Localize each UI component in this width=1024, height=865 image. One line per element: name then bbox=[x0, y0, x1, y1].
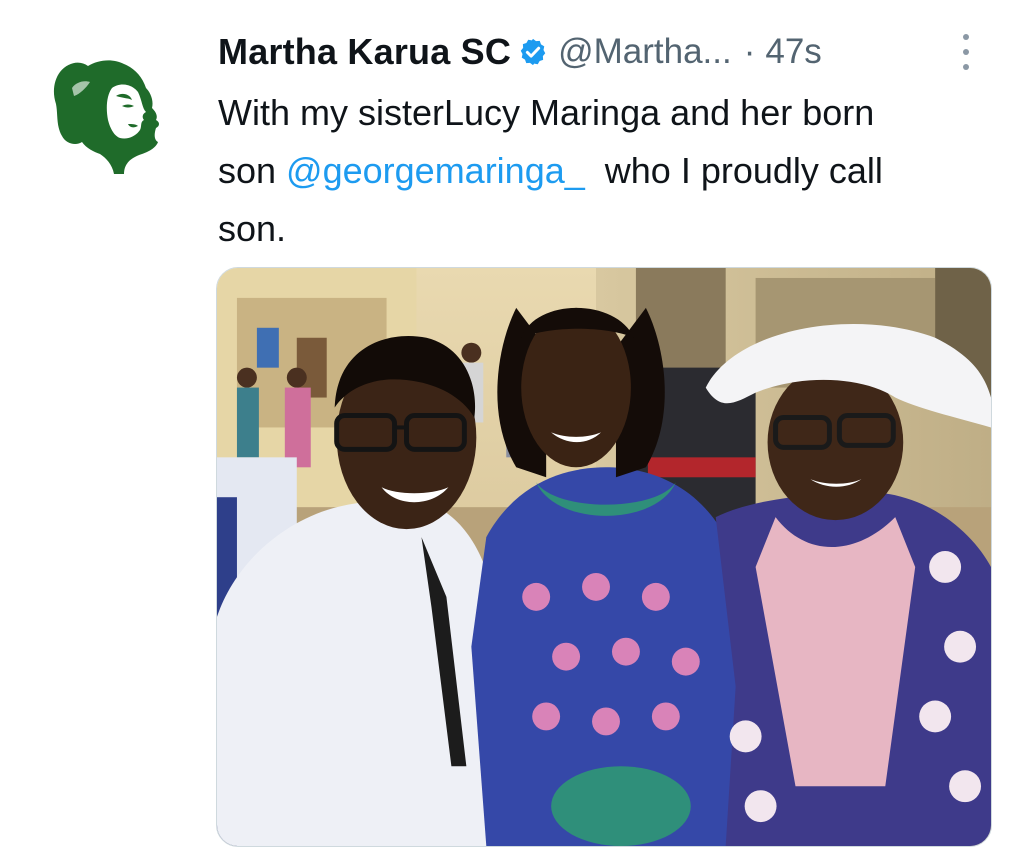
more-dot bbox=[963, 64, 969, 70]
tweet-text-line-3: son. bbox=[218, 208, 287, 249]
more-dot bbox=[963, 34, 969, 40]
timestamp[interactable]: 47s bbox=[765, 32, 821, 72]
avatar[interactable] bbox=[50, 48, 166, 178]
more-dot bbox=[963, 49, 969, 55]
tweet-header: Martha Karua SC @Martha... · 47s bbox=[218, 28, 822, 76]
photo-illustration bbox=[217, 268, 991, 846]
verified-badge-icon bbox=[520, 38, 546, 66]
tweet-text-prefix: son bbox=[218, 150, 287, 191]
tweet-text-suffix: who I proudly call bbox=[584, 150, 883, 191]
tweet-text-line-2: son @georgemaringa_ who I proudly call bbox=[218, 142, 1008, 200]
more-options-icon[interactable] bbox=[958, 32, 974, 72]
mention-link[interactable]: @georgemaringa_ bbox=[286, 150, 585, 191]
avatar-silhouette-icon bbox=[53, 60, 160, 174]
tweet-text-line-1: With my sisterLucy Maringa and her born bbox=[218, 92, 875, 133]
author-handle[interactable]: @Martha... bbox=[558, 32, 732, 72]
tweet-text: With my sisterLucy Maringa and her born … bbox=[218, 84, 1008, 258]
separator-dot: · bbox=[743, 32, 756, 71]
tweet-photo[interactable] bbox=[216, 267, 992, 847]
author-name[interactable]: Martha Karua SC bbox=[218, 31, 511, 73]
